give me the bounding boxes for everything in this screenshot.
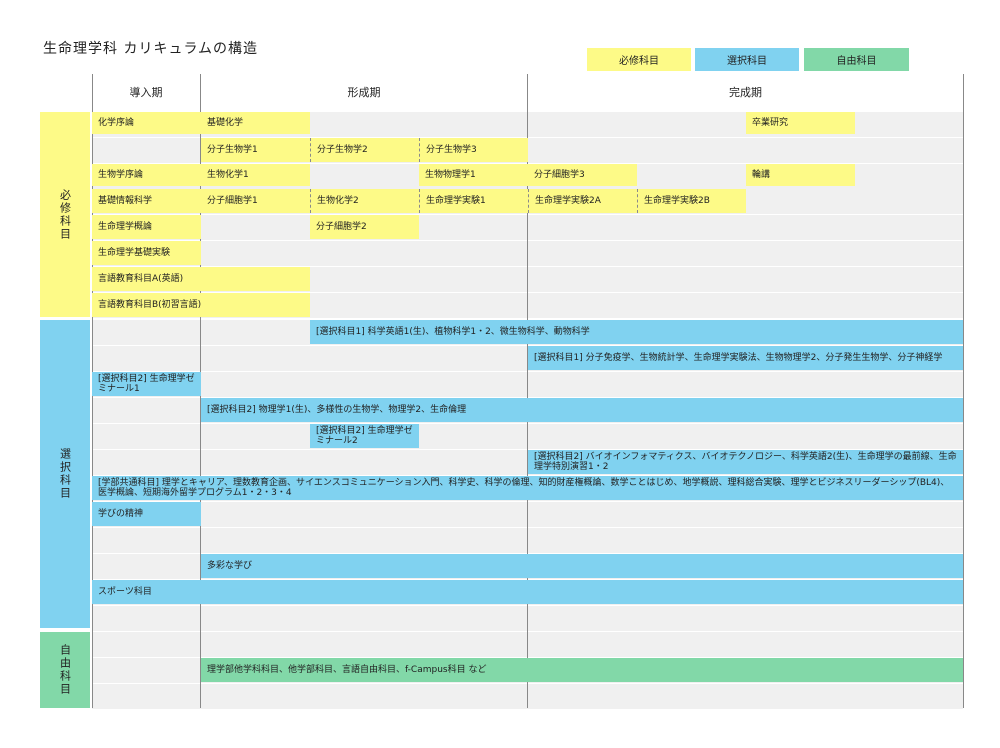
required-course-cell: 言語教育科目A(英語)	[92, 267, 310, 291]
elective-course-cell: [選択科目2] 生命理学ゼミナール2	[310, 424, 419, 448]
elective-course-cell: 学びの精神	[92, 502, 201, 526]
required-course-cell: 分子生物学1	[201, 138, 310, 162]
required-course-cell: 基礎情報科学	[92, 189, 201, 213]
elective-course-cell: [選択科目1] 分子免疫学、生物統計学、生命理学実験法、生物物理学2、分子発生生…	[528, 346, 963, 370]
elective-course-cell: [学部共通科目] 理学とキャリア、理数教育企画、サイエンスコミュニケーション入門…	[92, 476, 963, 500]
category-elective-label: 選択科目	[58, 448, 72, 500]
required-course-cell: 生命理学実験2A	[528, 189, 637, 213]
required-course-cell: 卒業研究	[746, 112, 855, 134]
required-course-cell: 生物学序論	[92, 164, 201, 186]
category-elective: 選択科目	[40, 320, 90, 628]
required-course-cell: 生命理学実験1	[419, 189, 528, 213]
period-header-formation: 形成期	[347, 86, 381, 99]
elective-course-cell: [選択科目1] 科学英語1(生)、植物科学1・2、微生物科学、動物科学	[310, 320, 963, 344]
column-divider	[963, 74, 964, 708]
elective-course-cell: [選択科目2] バイオインフォマティクス、バイオテクノロジー、科学英語2(生)、…	[528, 450, 963, 474]
category-free: 自由科目	[40, 632, 90, 708]
required-course-cell: 分子細胞学1	[201, 189, 310, 213]
period-header-completion: 完成期	[729, 86, 762, 99]
required-course-cell: 生物化学1	[201, 164, 310, 186]
required-course-cell: 生命理学概論	[92, 215, 201, 239]
required-course-cell: 分子生物学3	[419, 138, 528, 162]
category-free-label: 自由科目	[58, 644, 72, 696]
required-course-cell: 言語教育科目B(初習言語)	[92, 293, 310, 317]
required-course-cell: 基礎化学	[201, 112, 310, 134]
elective-course-cell: [選択科目2] 生命理学ゼミナール1	[92, 372, 201, 396]
required-course-cell: 分子生物学2	[310, 138, 419, 162]
elective-course-cell: スポーツ科目	[92, 580, 963, 604]
category-required-label: 必修科目	[58, 188, 72, 241]
required-course-cell: 分子細胞学2	[310, 215, 419, 239]
category-required: 必修科目	[40, 112, 90, 317]
required-course-cell: 生物物理学1	[419, 164, 528, 186]
period-header-intro: 導入期	[129, 86, 163, 99]
required-course-cell: 生命理学実験2B	[637, 189, 746, 213]
required-course-cell: 輪講	[746, 164, 855, 186]
curriculum-grid: 導入期 形成期 完成期 必修科目 選択科目 自由科目 化学序論 基礎化学 卒業研究分…	[0, 0, 1000, 748]
elective-course-cell: [選択科目2] 物理学1(生)、多様性の生物学、物理学2、生命倫理	[201, 398, 963, 422]
required-course-cell: 分子細胞学3	[528, 164, 637, 186]
required-course-cell: 化学序論	[92, 112, 201, 134]
required-course-cell: 生物化学2	[310, 189, 419, 213]
free-course-cell: 理学部他学科科目、他学部科目、言語自由科目、f-Campus科目 など	[201, 658, 963, 682]
elective-course-cell: 多彩な学び	[201, 554, 963, 578]
required-course-cell: 生命理学基礎実験	[92, 241, 201, 265]
